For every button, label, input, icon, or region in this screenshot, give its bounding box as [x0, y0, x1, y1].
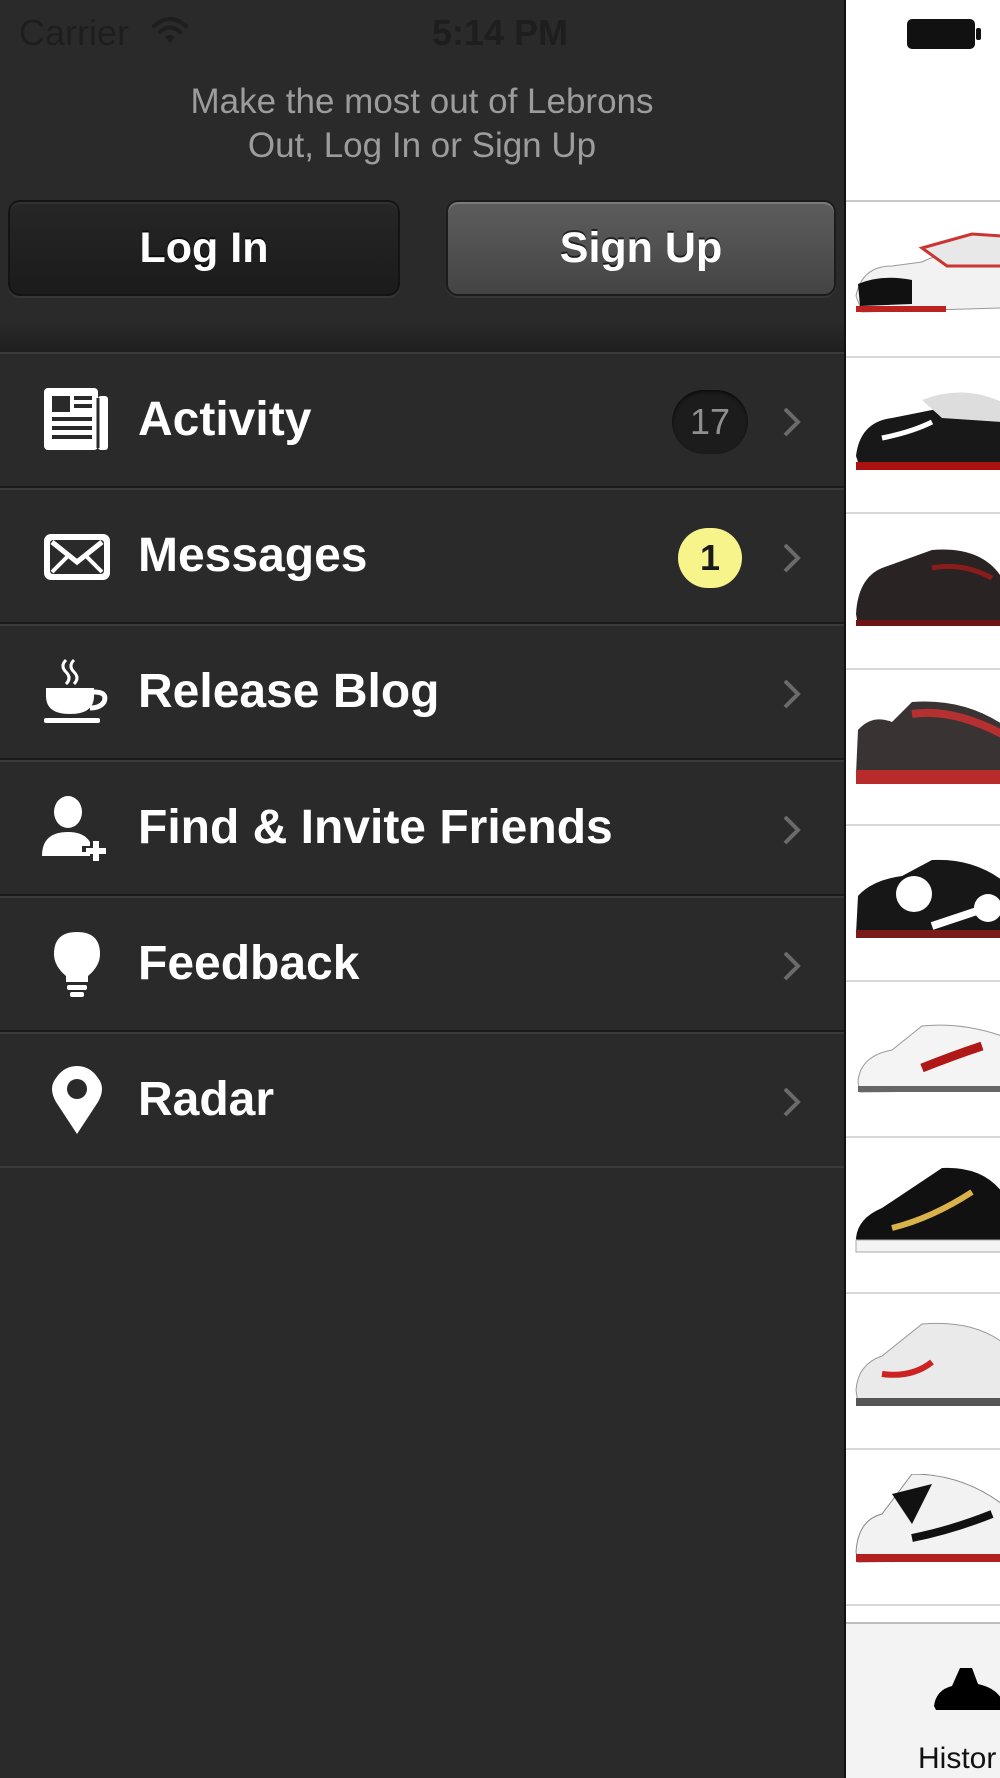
menu-item-radar[interactable]: Radar [0, 1032, 844, 1168]
shoe-thumbnail-row[interactable] [846, 358, 1000, 514]
menu-item-label: Find & Invite Friends [138, 801, 613, 854]
shoe-thumbnail-row[interactable] [846, 202, 1000, 358]
drawer-menu: Activity 17 Messages 1 Release Blog Find… [0, 352, 844, 1168]
sneaker-icon [856, 701, 1000, 784]
menu-item-label: Activity [138, 393, 312, 446]
prompt-line-1: Make the most out of Lebrons [190, 82, 654, 121]
header-divider [0, 318, 844, 352]
chevron-right-icon [782, 678, 802, 715]
activity-count-badge: 17 [672, 390, 748, 454]
add-person-icon [40, 792, 114, 866]
log-in-button[interactable]: Log In [8, 200, 400, 296]
status-bar: Carrier 5:14 PM [0, 0, 1000, 68]
prompt-line-2: Out, Log In or Sign Up [247, 126, 597, 165]
sneaker-icon [856, 859, 1000, 938]
envelope-icon [40, 520, 114, 594]
sign-up-button[interactable]: Sign Up [446, 200, 836, 296]
sneaker-icon [855, 1322, 1000, 1406]
sneaker-icon [857, 1024, 1000, 1093]
main-content-peek[interactable]: Histor [844, 0, 1000, 1778]
chevron-right-icon [782, 814, 802, 851]
shoe-thumbnail-row[interactable] [846, 514, 1000, 670]
menu-item-activity[interactable]: Activity 17 [0, 352, 844, 488]
shoe-thumbnail-row[interactable] [846, 982, 1000, 1138]
unread-messages-badge: 1 [678, 528, 742, 588]
login-prompt: Make the most out of Lebrons Out, Log In… [0, 80, 844, 168]
menu-item-release-blog[interactable]: Release Blog [0, 624, 844, 760]
menu-item-label: Messages [138, 529, 368, 582]
map-pin-icon [40, 1064, 114, 1138]
newspaper-icon [40, 384, 114, 458]
tab-bar: Histor [846, 1622, 1000, 1778]
menu-item-messages[interactable]: Messages 1 [0, 488, 844, 624]
chevron-right-icon [782, 406, 802, 443]
menu-item-label: Release Blog [138, 665, 440, 718]
menu-item-find-invite-friends[interactable]: Find & Invite Friends [0, 760, 844, 896]
shoe-thumbnail-row[interactable] [846, 1294, 1000, 1450]
chevron-right-icon [782, 542, 802, 579]
menu-item-label: Feedback [138, 937, 360, 990]
battery-icon [906, 18, 982, 55]
chevron-right-icon [782, 1086, 802, 1123]
clock-time: 5:14 PM [431, 12, 569, 53]
sneaker-silhouette-icon[interactable] [932, 1664, 1000, 1719]
sneaker-icon [855, 1167, 1000, 1253]
menu-item-label: Radar [138, 1073, 275, 1126]
shoe-thumbnail-row[interactable] [846, 1138, 1000, 1294]
sneaker-icon [855, 232, 1000, 313]
chevron-right-icon [782, 950, 802, 987]
sneaker-icon [856, 392, 1000, 470]
shoe-thumbnail-row[interactable] [846, 1450, 1000, 1606]
menu-item-feedback[interactable]: Feedback [0, 896, 844, 1032]
side-drawer: Make the most out of Lebrons Out, Log In… [0, 0, 844, 1778]
sneaker-icon [855, 1474, 1000, 1563]
shoe-thumbnail-row[interactable] [846, 826, 1000, 982]
shoe-thumbnail-row[interactable] [846, 670, 1000, 826]
coffee-cup-icon [40, 656, 114, 730]
sneaker-icon [856, 549, 1000, 626]
lightbulb-icon [40, 928, 114, 1002]
tab-history[interactable]: Histor [918, 1742, 996, 1776]
